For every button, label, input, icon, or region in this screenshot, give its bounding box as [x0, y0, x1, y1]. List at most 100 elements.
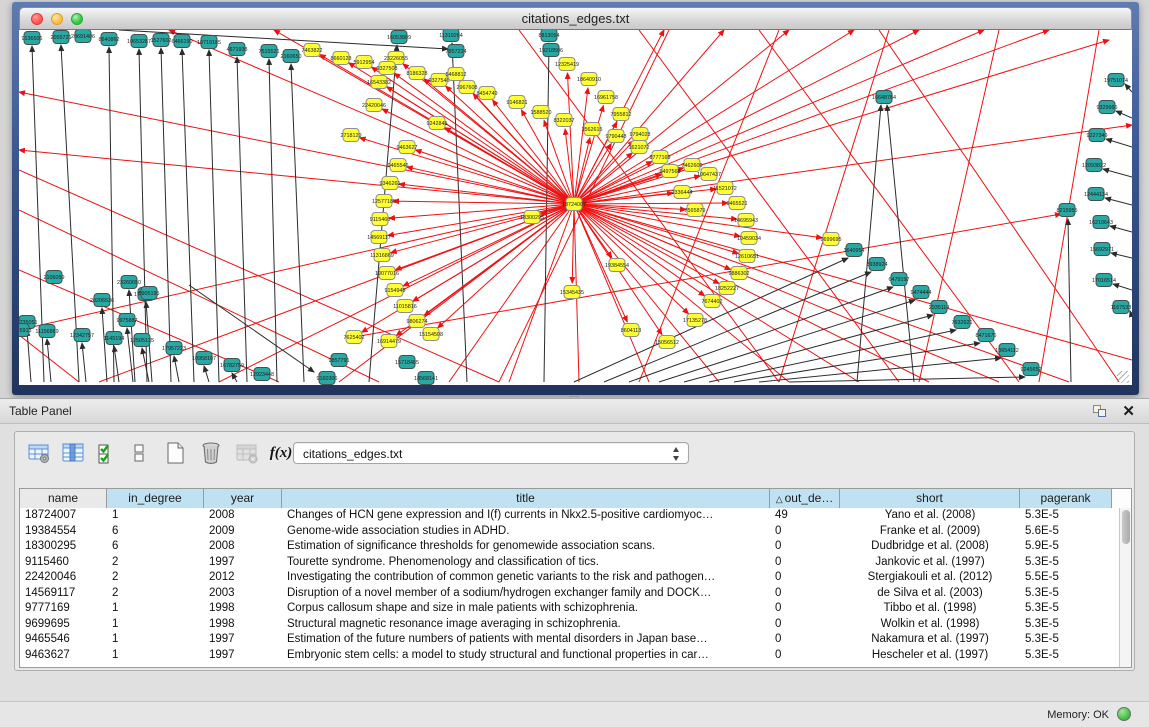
- table-cell: 9699695: [20, 617, 107, 633]
- graph-node-label: 9154949: [385, 288, 406, 294]
- table-row[interactable]: 1872400712008Changes of HCN gene express…: [20, 508, 1119, 524]
- graph-node-label: 1621072: [629, 145, 650, 151]
- delete-rows-icon[interactable]: [197, 439, 225, 467]
- table-row[interactable]: 946554611997Estimation of the future num…: [20, 632, 1119, 648]
- graph-node-label: 7565879: [685, 208, 706, 214]
- graph-node-label: 16053809: [387, 35, 411, 41]
- table-cell: 2: [107, 570, 204, 586]
- graph-node-label: 10958107: [192, 356, 216, 362]
- column-header-filler: [1112, 489, 1131, 508]
- graph-node-label: 17957223: [162, 346, 186, 352]
- table-body: 1872400712008Changes of HCN gene express…: [20, 508, 1119, 667]
- graph-node-label: 9136506: [22, 36, 43, 42]
- table-cell: 5.3E-5: [1020, 586, 1112, 602]
- column-header-in_degree[interactable]: in_degree: [107, 489, 204, 508]
- table-row[interactable]: 1830029562008Estimation of significance …: [20, 539, 1119, 555]
- graph-node-label: 17135278: [683, 318, 707, 324]
- column-header-pagerank[interactable]: pagerank: [1020, 489, 1112, 508]
- close-icon[interactable]: ✕: [1122, 402, 1135, 420]
- graph-node-label: 9474444: [911, 290, 932, 296]
- function-builder-icon[interactable]: f(x): [267, 439, 295, 467]
- graph-node-label: 5912954: [354, 60, 375, 66]
- table-cell: 0: [770, 524, 840, 540]
- graph-node-label: 18724007: [562, 202, 586, 208]
- graph-node-label: 12923448: [250, 372, 274, 378]
- graph-node-label: 9463627: [397, 145, 418, 151]
- graph-node-label: 7857224: [446, 49, 467, 55]
- graph-node-label: 10654112: [995, 348, 1019, 354]
- table-row[interactable]: 1938455462009Genome-wide association stu…: [20, 524, 1119, 540]
- graph-node-label: 16210643: [1089, 220, 1113, 226]
- graph-node-label: 8215955: [1057, 208, 1078, 214]
- column-header-short[interactable]: short: [840, 489, 1020, 508]
- table-row[interactable]: 1456911722003Disruption of a novel membe…: [20, 586, 1119, 602]
- graph-node-label: 14695943: [734, 218, 758, 224]
- table-cell: 0: [770, 648, 840, 664]
- table-cell: 5.5E-5: [1020, 570, 1112, 586]
- table-cell: 9465546: [20, 632, 107, 648]
- graph-node-label: 19384554: [605, 263, 629, 269]
- resize-grip-icon[interactable]: [1117, 371, 1129, 383]
- graph-node-label: 9115460: [370, 217, 391, 223]
- table-cell: 1: [107, 632, 204, 648]
- graph-node-label: 7674402: [702, 299, 723, 305]
- column-header-out_de[interactable]: △out_de…: [770, 489, 840, 508]
- graph-node-label: 16961758: [594, 95, 618, 101]
- table-cell: Franke et al. (2009): [840, 524, 1020, 540]
- graph-node-label: 9146821: [507, 100, 528, 106]
- table-cell: 2: [107, 555, 204, 571]
- table-cell: 18724007: [20, 508, 107, 524]
- select-rows-icon[interactable]: [93, 439, 121, 467]
- table-cell: 5.3E-5: [1020, 632, 1112, 648]
- table-cell: 1997: [204, 632, 282, 648]
- new-table-icon[interactable]: [161, 439, 189, 467]
- table-selector-value: citations_edges.txt: [303, 447, 402, 461]
- table-row[interactable]: 977716911998Corpus callosum shape and si…: [20, 601, 1119, 617]
- graph-node-label: 2160650: [281, 54, 302, 60]
- table-scrollbar[interactable]: [1119, 508, 1131, 667]
- table-row[interactable]: 911546021997Tourette syndrome. Phenomeno…: [20, 555, 1119, 571]
- table-cell: 1998: [204, 601, 282, 617]
- table-settings-icon[interactable]: [25, 439, 53, 467]
- graph-node-label: 19751074: [1104, 78, 1128, 84]
- table-cell: 5.9E-5: [1020, 539, 1112, 555]
- table-cell: Stergiakouli et al. (2012): [840, 570, 1020, 586]
- show-columns-icon[interactable]: [59, 439, 87, 467]
- table-cell: 0: [770, 601, 840, 617]
- graph-node-label: 9227349: [1087, 133, 1108, 139]
- scrollbar-thumb[interactable]: [1122, 510, 1130, 544]
- float-panel-icon[interactable]: [1093, 405, 1107, 418]
- graph-node-label: 8938924: [867, 262, 888, 268]
- column-header-year[interactable]: year: [204, 489, 282, 508]
- row-height-icon[interactable]: [125, 439, 153, 467]
- table-cell: 1998: [204, 617, 282, 633]
- graph-node-label: 9777169: [650, 155, 671, 161]
- window-title-bar[interactable]: citations_edges.txt: [19, 7, 1132, 30]
- column-header-title[interactable]: title: [282, 489, 770, 508]
- graph-node-label: 8640862: [99, 37, 120, 43]
- graph-node-label: 9245652: [1021, 367, 1042, 373]
- table-cell: Embryonic stem cells: a model to study s…: [282, 648, 770, 664]
- graph-node-label: 6466190: [172, 39, 193, 45]
- graph-node-label: 16648784: [872, 95, 896, 101]
- graph-node-label: 9160306: [317, 376, 338, 382]
- table-row[interactable]: 946362711997Embryonic stem cells: a mode…: [20, 648, 1119, 664]
- table-selector-dropdown[interactable]: citations_edges.txt: [293, 442, 689, 464]
- graph-node-label: 2718129: [341, 133, 362, 139]
- graph-node-label: 11316869: [370, 253, 394, 259]
- network-canvas[interactable]: 1872400791365062055721206914068640862106…: [19, 30, 1132, 385]
- graph-node-label: 8186328: [407, 71, 428, 77]
- window-title: citations_edges.txt: [20, 11, 1131, 26]
- table-row[interactable]: 2242004622012Investigating the contribut…: [20, 570, 1119, 586]
- graph-node-label: 9857791: [329, 358, 350, 364]
- table-cell: 49: [770, 508, 840, 524]
- graph-node-label: 5905195: [139, 291, 160, 297]
- graph-node-label: 19218506: [539, 48, 563, 54]
- graph-node-label: 9886302: [729, 271, 750, 277]
- table-cell: 0: [770, 632, 840, 648]
- graph-node-label: 16543382: [367, 80, 391, 86]
- graph-node-label: 8454749: [477, 91, 498, 97]
- table-row[interactable]: 969969511998Structural magnetic resonanc…: [20, 617, 1119, 633]
- column-header-name[interactable]: name: [20, 489, 107, 508]
- table-cell: 5.3E-5: [1020, 508, 1112, 524]
